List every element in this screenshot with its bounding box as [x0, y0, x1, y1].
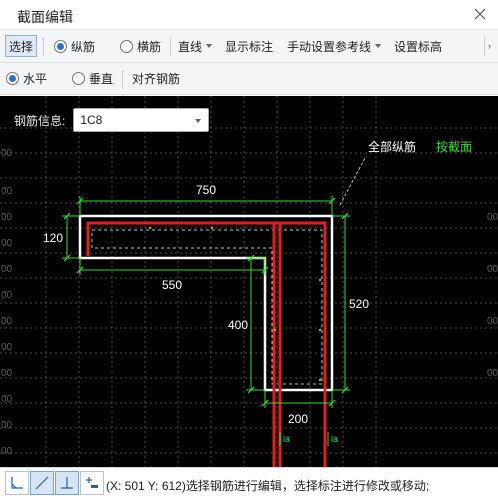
rebar-dots[interactable]	[148, 226, 322, 382]
section-canvas[interactable]: 00 00 00 00 00 00 00 00 00 00 00 00 00 0…	[0, 96, 498, 467]
grid-label: 00	[487, 264, 498, 275]
dim-right-height[interactable]: 520	[349, 297, 369, 311]
select-button[interactable]: 选择	[5, 35, 37, 57]
close-icon[interactable]	[472, 6, 488, 22]
radio-unchecked-icon	[120, 39, 133, 53]
dimension-lines	[62, 196, 350, 446]
title-bar: 截面编辑	[0, 0, 498, 30]
status-bar: (X: 501 Y: 612)选择钢筋进行编辑，选择标注进行修改或移动;	[0, 467, 498, 498]
dim-inner-width[interactable]: 550	[162, 278, 182, 292]
chevron-down-icon	[195, 119, 202, 123]
grid-label: 00	[487, 368, 498, 379]
dim-left-height[interactable]: 120	[43, 231, 63, 245]
longitudinal-rebars[interactable]	[86, 221, 327, 467]
perpendicular-snap-button[interactable]	[55, 471, 79, 495]
dim-bottom-width[interactable]: 200	[288, 412, 308, 426]
grid-label: 00	[1, 420, 13, 431]
grid-label: 00	[1, 290, 13, 301]
radio-unchecked-icon	[72, 72, 85, 85]
grid-label: 00	[1, 212, 13, 223]
orthogonal-snap-button[interactable]	[5, 471, 29, 495]
radio-checked-icon	[6, 72, 19, 85]
line-snap-button[interactable]	[30, 471, 54, 495]
manual-ref-line-label: 手动设置参考线	[287, 39, 372, 54]
horizontal-label: 水平	[23, 72, 48, 86]
manual-reference-line-dropdown[interactable]: 手动设置参考线	[287, 30, 382, 62]
grid-label: 00	[1, 264, 13, 275]
longitudinal-rebar-radio[interactable]: 纵筋	[54, 30, 95, 62]
corner-snap-icon	[11, 477, 23, 489]
main-toolbar: 选择 纵筋 横筋 直线 显示标注 手动设置参考线 设置标高 ›	[0, 30, 498, 63]
grid-label: 00	[1, 394, 13, 405]
grid-label: 00	[1, 316, 13, 327]
rebar-top-right[interactable]	[86, 221, 327, 467]
show-annotation-button[interactable]: 显示标注	[225, 30, 273, 62]
section-drawing[interactable]: 00 00 00 00 00 00 00 00 00 00 00 00 00 0…	[0, 96, 498, 467]
grid-label: 00	[1, 368, 13, 379]
line-label: 直线	[178, 39, 203, 54]
transverse-label: 横筋	[137, 39, 162, 54]
longitudinal-label: 纵筋	[71, 39, 96, 54]
radio-checked-icon	[54, 39, 67, 53]
grid-label: 00	[487, 316, 498, 327]
toolbar-overflow-icon[interactable]: ›	[484, 36, 494, 56]
anchor-length-label: la	[331, 434, 338, 444]
grid	[0, 96, 498, 467]
secondary-toolbar: 水平 垂直 对齐钢筋	[0, 63, 498, 95]
toolbar-divider	[170, 37, 171, 56]
grid-label: 00	[1, 148, 13, 159]
horizontal-radio[interactable]: 水平	[6, 63, 47, 94]
set-elevation-button[interactable]: 设置标高	[394, 30, 442, 62]
add-reference-button[interactable]	[80, 471, 104, 495]
leader-line	[339, 155, 367, 206]
add-line-icon	[86, 477, 98, 488]
legend-by-section[interactable]: 按截面	[436, 138, 472, 155]
perpendicular-icon	[61, 477, 73, 489]
dim-top-width[interactable]: 750	[196, 183, 216, 197]
toolbar-divider	[43, 37, 44, 56]
grid-label: 00	[1, 446, 13, 457]
toolbar-divider	[122, 70, 123, 89]
align-rebar-button[interactable]: 对齐钢筋	[132, 63, 180, 94]
vertical-label: 垂直	[89, 72, 114, 86]
chevron-down-icon	[375, 44, 382, 48]
dimension-ticks	[63, 197, 349, 407]
line-dropdown[interactable]: 直线	[178, 30, 213, 62]
status-message: (X: 501 Y: 612)选择钢筋进行编辑，选择标注进行修改或移动;	[106, 479, 430, 493]
legend-all-longitudinal[interactable]: 全部纵筋	[368, 138, 416, 155]
dim-inner-height[interactable]: 400	[228, 318, 248, 332]
grid-label: 00	[487, 212, 498, 223]
rebar-info-row: 钢筋信息: 1C8	[14, 108, 210, 132]
rebar-info-label: 钢筋信息:	[14, 113, 66, 128]
grid-label: 00	[1, 342, 13, 353]
rebar-info-select[interactable]: 1C8	[73, 108, 210, 132]
transverse-rebar-radio[interactable]: 横筋	[120, 30, 161, 62]
chevron-down-icon	[206, 44, 213, 48]
rebar-info-value: 1C8	[80, 113, 103, 127]
vertical-radio[interactable]: 垂直	[72, 63, 113, 94]
window-title: 截面编辑	[17, 9, 73, 25]
grid-label: 00	[1, 186, 13, 197]
diagonal-line-icon	[35, 476, 49, 490]
anchor-length-label: la	[283, 434, 290, 444]
grid-label: 00	[1, 238, 13, 249]
